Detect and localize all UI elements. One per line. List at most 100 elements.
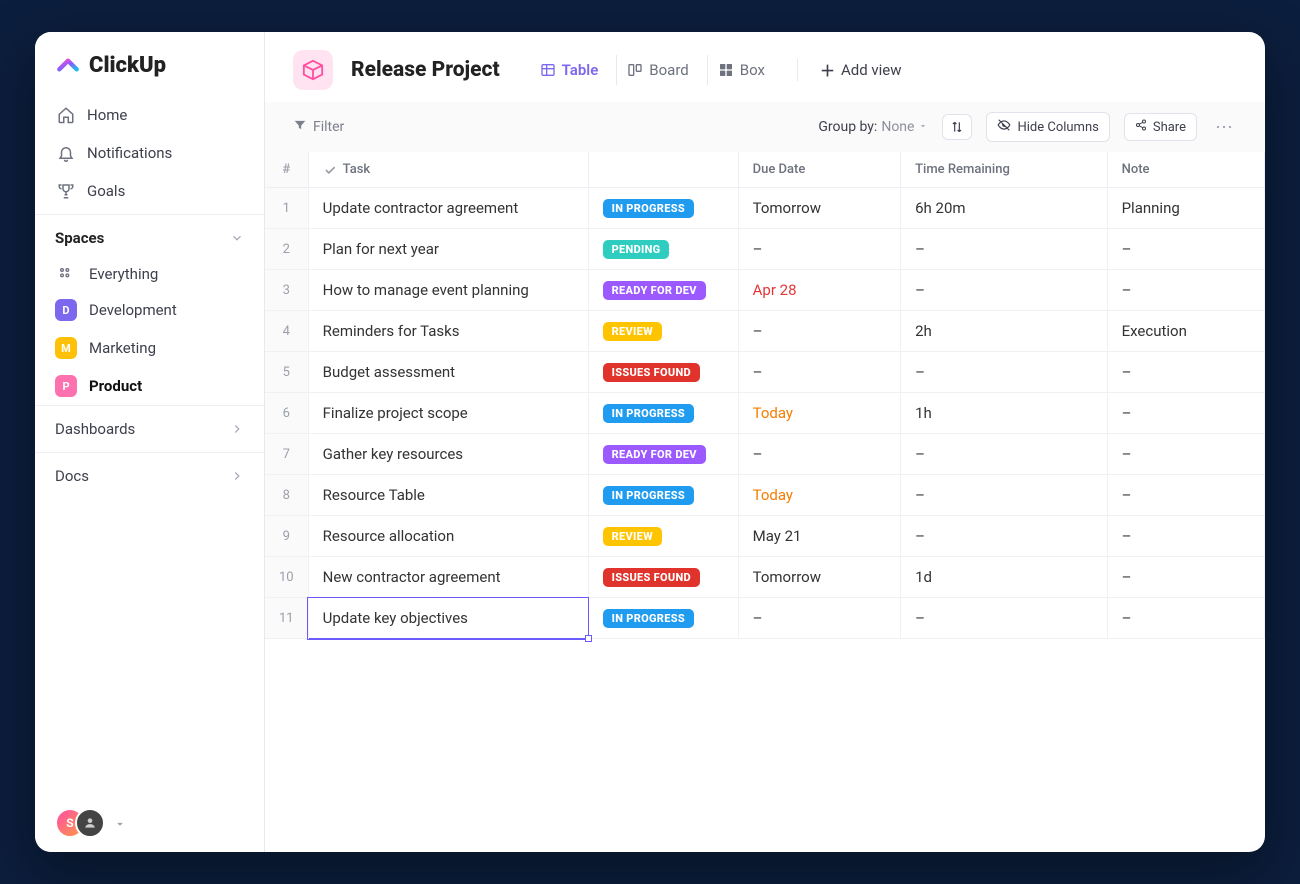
task-cell[interactable]: Resource allocation	[308, 516, 588, 557]
groupby-selector[interactable]: Group by: None	[818, 119, 928, 135]
status-cell[interactable]: IN PROGRESS	[588, 598, 738, 639]
due-date-cell[interactable]: Tomorrow	[738, 188, 900, 229]
table-row[interactable]: 11Update key objectivesIN PROGRESS–––	[265, 598, 1265, 639]
status-cell[interactable]: REVIEW	[588, 311, 738, 352]
time-remaining-cell[interactable]: –	[901, 475, 1107, 516]
table-row[interactable]: 4Reminders for TasksREVIEW–2hExecution	[265, 311, 1265, 352]
table-row[interactable]: 1Update contractor agreementIN PROGRESST…	[265, 188, 1265, 229]
column-header[interactable]: Note	[1107, 152, 1264, 188]
logo[interactable]: ClickUp	[35, 32, 264, 92]
caret-down-icon[interactable]	[113, 816, 127, 830]
sidebar-item-marketing[interactable]: MMarketing	[35, 329, 264, 367]
column-header[interactable]	[588, 152, 738, 188]
note-cell[interactable]: –	[1107, 557, 1264, 598]
avatar-stack[interactable]: S	[55, 808, 105, 838]
time-remaining-cell[interactable]: –	[901, 229, 1107, 270]
sort-button[interactable]	[942, 114, 972, 140]
time-remaining-cell[interactable]: 1d	[901, 557, 1107, 598]
column-header[interactable]: Due Date	[738, 152, 900, 188]
sidebar-item-docs[interactable]: Docs	[35, 452, 264, 499]
table-row[interactable]: 10New contractor agreementISSUES FOUNDTo…	[265, 557, 1265, 598]
task-cell[interactable]: Update contractor agreement	[308, 188, 588, 229]
status-cell[interactable]: REVIEW	[588, 516, 738, 557]
task-cell[interactable]: Budget assessment	[308, 352, 588, 393]
due-date-cell[interactable]: Apr 28	[738, 270, 900, 311]
sidebar-item-home[interactable]: Home	[43, 96, 256, 134]
sidebar-item-everything[interactable]: Everything	[35, 257, 264, 291]
status-badge: IN PROGRESS	[603, 609, 694, 628]
add-view-button[interactable]: ＋ Add view	[820, 60, 902, 81]
column-header[interactable]: Task	[308, 152, 588, 188]
tab-board[interactable]: Board	[616, 55, 698, 85]
due-date-cell[interactable]: Today	[738, 475, 900, 516]
spaces-header[interactable]: Spaces	[35, 214, 264, 257]
task-cell[interactable]: Plan for next year	[308, 229, 588, 270]
plus-icon: ＋	[820, 60, 835, 81]
task-cell[interactable]: Finalize project scope	[308, 393, 588, 434]
time-remaining-cell[interactable]: –	[901, 434, 1107, 475]
caret-down-icon	[918, 119, 928, 135]
time-remaining-cell[interactable]: –	[901, 598, 1107, 639]
hide-columns-button[interactable]: Hide Columns	[986, 112, 1109, 142]
filter-button[interactable]: Filter	[293, 118, 344, 136]
due-date-cell[interactable]: –	[738, 352, 900, 393]
column-header[interactable]: Time Remaining	[901, 152, 1107, 188]
due-date-cell[interactable]: –	[738, 434, 900, 475]
status-cell[interactable]: PENDING	[588, 229, 738, 270]
note-cell[interactable]: Execution	[1107, 311, 1264, 352]
status-cell[interactable]: IN PROGRESS	[588, 188, 738, 229]
time-remaining-cell[interactable]: –	[901, 352, 1107, 393]
note-cell[interactable]: –	[1107, 434, 1264, 475]
time-remaining-cell[interactable]: 2h	[901, 311, 1107, 352]
time-remaining-cell[interactable]: 1h	[901, 393, 1107, 434]
table-row[interactable]: 6Finalize project scopeIN PROGRESSToday1…	[265, 393, 1265, 434]
due-date-cell[interactable]: May 21	[738, 516, 900, 557]
note-cell[interactable]: –	[1107, 516, 1264, 557]
space-badge: D	[55, 299, 77, 321]
note-cell[interactable]: –	[1107, 598, 1264, 639]
task-cell[interactable]: Reminders for Tasks	[308, 311, 588, 352]
table-row[interactable]: 2Plan for next yearPENDING–––	[265, 229, 1265, 270]
note-cell[interactable]: –	[1107, 229, 1264, 270]
task-cell[interactable]: Resource Table	[308, 475, 588, 516]
table-row[interactable]: 3How to manage event planningREADY FOR D…	[265, 270, 1265, 311]
sidebar-item-notifications[interactable]: Notifications	[43, 134, 256, 172]
note-cell[interactable]: Planning	[1107, 188, 1264, 229]
time-remaining-cell[interactable]: 6h 20m	[901, 188, 1107, 229]
note-cell[interactable]: –	[1107, 393, 1264, 434]
sidebar-item-product[interactable]: PProduct	[35, 367, 264, 405]
sidebar-item-dashboards[interactable]: Dashboards	[35, 405, 264, 452]
sidebar-item-goals[interactable]: Goals	[43, 172, 256, 210]
table-row[interactable]: 9Resource allocationREVIEWMay 21––	[265, 516, 1265, 557]
tab-box[interactable]: Box	[707, 55, 775, 85]
due-date-cell[interactable]: –	[738, 311, 900, 352]
due-date-cell[interactable]: Tomorrow	[738, 557, 900, 598]
status-cell[interactable]: ISSUES FOUND	[588, 352, 738, 393]
task-cell[interactable]: Gather key resources	[308, 434, 588, 475]
status-cell[interactable]: READY FOR DEV	[588, 434, 738, 475]
cell-resize-handle[interactable]	[585, 635, 592, 642]
status-cell[interactable]: ISSUES FOUND	[588, 557, 738, 598]
share-button[interactable]: Share	[1124, 113, 1197, 141]
due-date-cell[interactable]: –	[738, 598, 900, 639]
due-date-cell[interactable]: –	[738, 229, 900, 270]
time-remaining-cell[interactable]: –	[901, 270, 1107, 311]
column-header[interactable]: #	[265, 152, 308, 188]
task-cell[interactable]: Update key objectives	[308, 598, 588, 639]
more-button[interactable]: ⋯	[1211, 117, 1237, 138]
tab-table[interactable]: Table	[530, 55, 609, 85]
table-row[interactable]: 8Resource TableIN PROGRESSToday––	[265, 475, 1265, 516]
status-cell[interactable]: IN PROGRESS	[588, 475, 738, 516]
table-row[interactable]: 7Gather key resourcesREADY FOR DEV–––	[265, 434, 1265, 475]
time-remaining-cell[interactable]: –	[901, 516, 1107, 557]
status-cell[interactable]: READY FOR DEV	[588, 270, 738, 311]
due-date-cell[interactable]: Today	[738, 393, 900, 434]
task-cell[interactable]: How to manage event planning	[308, 270, 588, 311]
note-cell[interactable]: –	[1107, 270, 1264, 311]
sidebar-item-development[interactable]: DDevelopment	[35, 291, 264, 329]
task-cell[interactable]: New contractor agreement	[308, 557, 588, 598]
note-cell[interactable]: –	[1107, 475, 1264, 516]
status-cell[interactable]: IN PROGRESS	[588, 393, 738, 434]
note-cell[interactable]: –	[1107, 352, 1264, 393]
table-row[interactable]: 5Budget assessmentISSUES FOUND–––	[265, 352, 1265, 393]
